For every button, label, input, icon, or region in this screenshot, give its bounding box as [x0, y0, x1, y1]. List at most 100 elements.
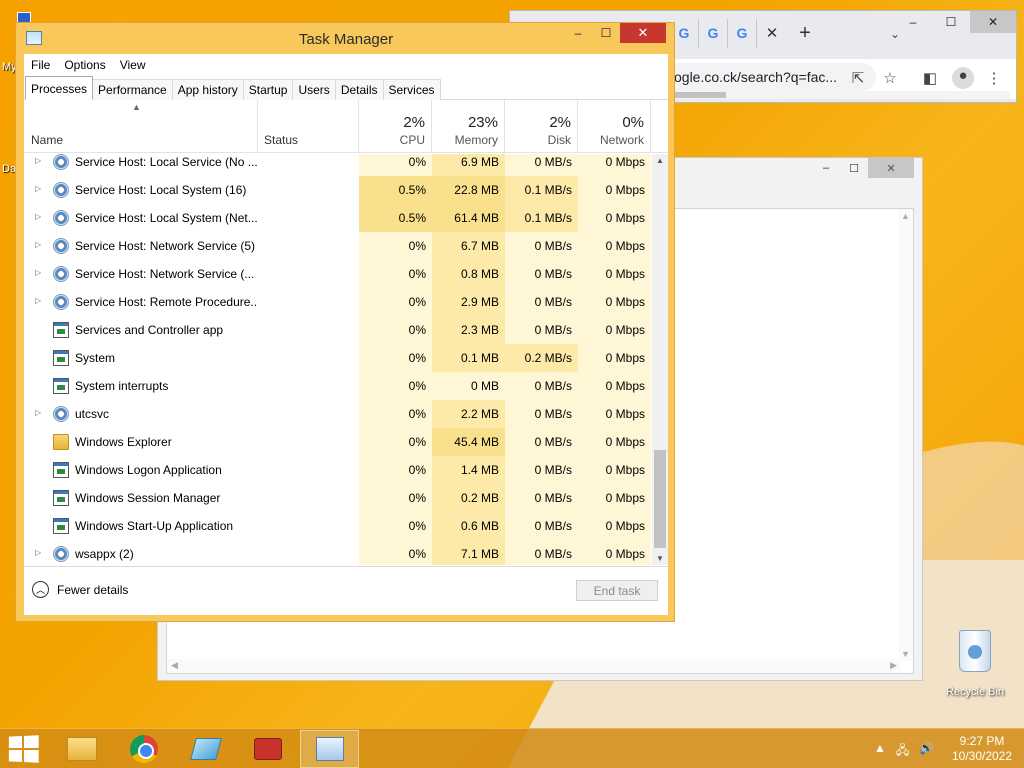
disk-cell: 0 MB/s [505, 428, 578, 456]
process-row[interactable]: ▷ Service Host: Remote Procedure... 0% 2.9 … [24, 288, 651, 316]
end-task-button[interactable]: End task [576, 580, 658, 601]
process-row[interactable]: System 0% 0.1 MB 0.2 MB/s 0 Mbps [24, 344, 651, 372]
tab-users[interactable]: Users [292, 79, 336, 100]
scroll-up-icon[interactable]: ▲ [901, 211, 910, 221]
desktop-icon-label-fragment[interactable]: Da [2, 163, 16, 175]
scroll-up-icon[interactable]: ▲ [656, 156, 664, 165]
process-row[interactable]: ▷ utcsvc 0% 2.2 MB 0 MB/s 0 Mbps [24, 400, 651, 428]
column-header-disk[interactable]: 2% Disk [505, 100, 578, 153]
process-row[interactable]: System interrupts 0% 0 MB 0 MB/s 0 Mbps [24, 372, 651, 400]
expand-chevron-icon[interactable]: ▷ [35, 156, 41, 165]
menu-view[interactable]: View [120, 58, 146, 72]
minimize-button[interactable]: – [564, 23, 592, 43]
task-manager-window[interactable]: Task Manager – ☐ ✕ File Options View Pro… [15, 22, 675, 622]
process-row[interactable]: Services and Controller app 0% 2.3 MB 0 MB/… [24, 316, 651, 344]
address-bar[interactable]: ogle.co.ck/search?q=fac... [660, 63, 876, 91]
disk-cell: 0 MB/s [505, 260, 578, 288]
bookmark-star-icon[interactable]: ☆ [880, 69, 900, 87]
expand-chevron-icon[interactable]: ▷ [35, 296, 41, 305]
process-row[interactable]: ▷ Service Host: Local System (16) 0.5% 22.8… [24, 176, 651, 204]
taskbar-chrome[interactable] [114, 730, 173, 768]
maximize-button[interactable]: ☐ [840, 158, 868, 178]
process-row[interactable]: Windows Session Manager 0% 0.2 MB 0 MB/s 0 M… [24, 484, 651, 512]
process-row[interactable]: ▷ Service Host: Network Service (5) 0% 6.7 … [24, 232, 651, 260]
process-row[interactable]: ▷ Service Host: Local Service (No ... 0% 6.… [24, 154, 651, 176]
column-header-memory[interactable]: 23% Memory [432, 100, 505, 153]
volume-icon[interactable]: 🔊 [919, 741, 934, 762]
taskbar-notepad[interactable] [176, 730, 235, 768]
scroll-down-icon[interactable]: ▼ [656, 554, 664, 563]
close-button[interactable]: ✕ [868, 158, 914, 178]
expand-chevron-icon[interactable]: ▷ [35, 240, 41, 249]
expand-chevron-icon[interactable]: ▷ [35, 268, 41, 277]
expand-chevron-icon[interactable]: ▷ [35, 548, 41, 557]
chrome-tab-strip: G G G ✕ + [670, 15, 823, 51]
gear-icon [53, 238, 69, 254]
google-favicon-icon: G [678, 25, 690, 41]
title-bar[interactable]: Task Manager – ☐ ✕ [16, 23, 674, 54]
scroll-down-icon[interactable]: ▼ [901, 649, 910, 659]
vertical-scrollbar[interactable]: ▲ ▼ [899, 209, 913, 661]
new-tab-button[interactable]: + [787, 19, 823, 48]
tab-processes[interactable]: Processes [25, 76, 94, 100]
tab-services[interactable]: Services [382, 79, 441, 100]
process-row[interactable]: Windows Logon Application 0% 1.4 MB 0 MB/s 0… [24, 456, 651, 484]
process-row[interactable]: ▷ Service Host: Local System (Net... 0.5% 6… [24, 204, 651, 232]
scroll-left-icon[interactable]: ◀ [171, 660, 178, 671]
minimize-button[interactable]: – [894, 11, 932, 33]
expand-chevron-icon[interactable]: ▷ [35, 184, 41, 193]
column-label-network: Network [599, 133, 644, 147]
maximize-button[interactable]: ☐ [932, 11, 970, 33]
horizontal-scrollbar[interactable] [670, 91, 1010, 99]
scrollbar-thumb[interactable] [670, 92, 726, 98]
scroll-right-icon[interactable]: ▶ [890, 660, 897, 671]
side-panel-icon[interactable]: ◧ [920, 69, 940, 87]
maximize-button[interactable]: ☐ [592, 23, 620, 43]
process-row[interactable]: ▷ wsappx (2) 0% 7.1 MB 0 MB/s 0 Mbps [24, 540, 651, 565]
close-button[interactable]: ✕ [970, 11, 1016, 33]
tab-details[interactable]: Details [334, 79, 384, 100]
tab-app-history[interactable]: App history [171, 79, 244, 100]
process-list[interactable]: ▷ Service Host: Local Service (No ... 0% 6.… [24, 154, 651, 565]
column-header-cpu[interactable]: 2% CPU [359, 100, 432, 153]
process-row[interactable]: Windows Start-Up Application 0% 0.6 MB 0 MB… [24, 512, 651, 540]
start-windows-icon[interactable] [8, 735, 39, 763]
tab-performance[interactable]: Performance [92, 79, 173, 100]
menu-options[interactable]: Options [64, 58, 105, 72]
tab-startup[interactable]: Startup [242, 79, 294, 100]
memory-cell: 7.1 MB [432, 540, 505, 565]
taskbar-task-manager[interactable] [300, 730, 359, 768]
column-header-network[interactable]: 0% Network [578, 100, 651, 153]
taskbar-clock[interactable]: 9:27 PM 10/30/2022 [944, 734, 1020, 764]
horizontal-scrollbar[interactable]: ◀ ▶ [167, 659, 901, 673]
column-header-status[interactable]: Status [258, 100, 359, 153]
disk-cell: 0 MB/s [505, 512, 578, 540]
taskbar-toolbox[interactable] [238, 730, 297, 768]
process-row[interactable]: Windows Explorer 0% 45.4 MB 0 MB/s 0 Mbps [24, 428, 651, 456]
tab-close-icon[interactable]: ✕ [757, 19, 787, 48]
fewer-details-button[interactable]: ︿ Fewer details [32, 581, 128, 598]
vertical-scrollbar[interactable]: ▲ ▼ [652, 154, 668, 565]
minimize-button[interactable]: – [812, 158, 840, 178]
chrome-tab[interactable]: G [728, 18, 757, 48]
kebab-menu-icon[interactable]: ⋮ [984, 69, 1004, 87]
process-row[interactable]: ▷ Service Host: Network Service (... 0% 0.8… [24, 260, 651, 288]
profile-avatar-icon[interactable]: ● [952, 67, 974, 89]
recycle-bin-desktop-icon[interactable]: Recycle Bin [942, 630, 1008, 698]
network-cell: 0 Mbps [578, 372, 651, 400]
column-header-name[interactable]: ▲ Name [24, 100, 258, 153]
scrollbar-thumb[interactable] [654, 450, 666, 548]
network-icon[interactable]: 🖧 [896, 741, 909, 762]
gear-icon [53, 546, 69, 562]
expand-chevron-icon[interactable]: ▷ [35, 212, 41, 221]
menu-file[interactable]: File [31, 58, 50, 72]
disk-cell: 0.1 MB/s [505, 176, 578, 204]
close-button[interactable]: ✕ [620, 23, 666, 43]
chrome-tab[interactable]: G [699, 18, 728, 48]
expand-chevron-icon[interactable]: ▷ [35, 408, 41, 417]
process-name: Service Host: Local System (Net... [75, 211, 257, 225]
process-name: Service Host: Network Service (... [75, 267, 255, 281]
taskbar-file-explorer[interactable] [52, 730, 111, 768]
tray-overflow-chevron-icon[interactable]: ▲ [874, 741, 886, 762]
share-icon[interactable]: ⇱ [848, 69, 868, 87]
